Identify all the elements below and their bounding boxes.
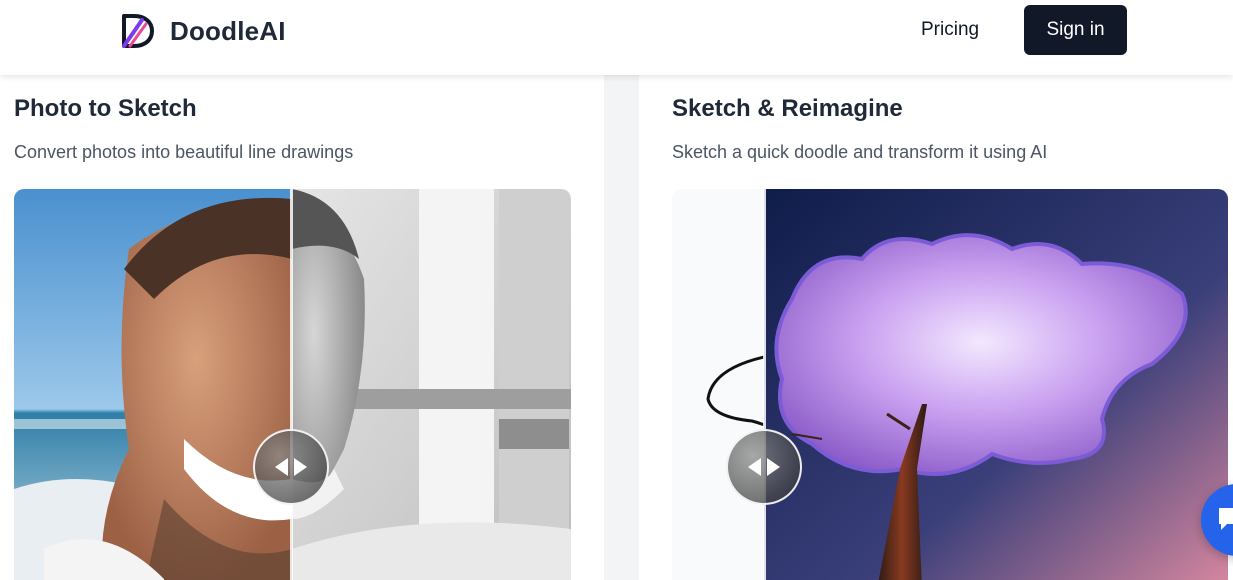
arrow-right-icon [767,458,780,476]
brand-name: DoodleAI [170,15,286,46]
sign-in-button[interactable]: Sign in [1024,5,1127,55]
pricing-link[interactable]: Pricing [921,19,979,41]
panel-subtitle: Convert photos into beautiful line drawi… [14,142,354,162]
panel-subtitle: Sketch a quick doodle and transform it u… [672,142,1048,162]
photo-to-sketch-card: Photo to Sketch Convert photos into beau… [0,75,604,580]
brand[interactable]: DoodleAI [120,12,286,50]
chat-icon [1219,508,1233,530]
arrow-right-icon [294,458,307,476]
compare-handle-icon[interactable] [253,429,329,505]
compare-handle-icon[interactable] [726,429,802,505]
sketch-comparison-image [672,189,1228,580]
sketch-reimagine-compare-slider[interactable] [672,189,1228,580]
doodleai-logo-icon [122,14,154,48]
panel-title: Sketch & Reimagine [672,95,903,122]
top-navbar: DoodleAI Pricing Sign in [0,0,1233,75]
photo-sketch-compare-slider[interactable] [14,189,571,580]
arrow-left-icon [275,458,288,476]
sketch-reimagine-card: Sketch & Reimagine Sketch a quick doodle… [639,75,1233,580]
arrow-left-icon [748,458,761,476]
compare-divider[interactable] [763,189,766,580]
compare-divider[interactable] [290,189,293,580]
panel-title: Photo to Sketch [14,95,197,122]
